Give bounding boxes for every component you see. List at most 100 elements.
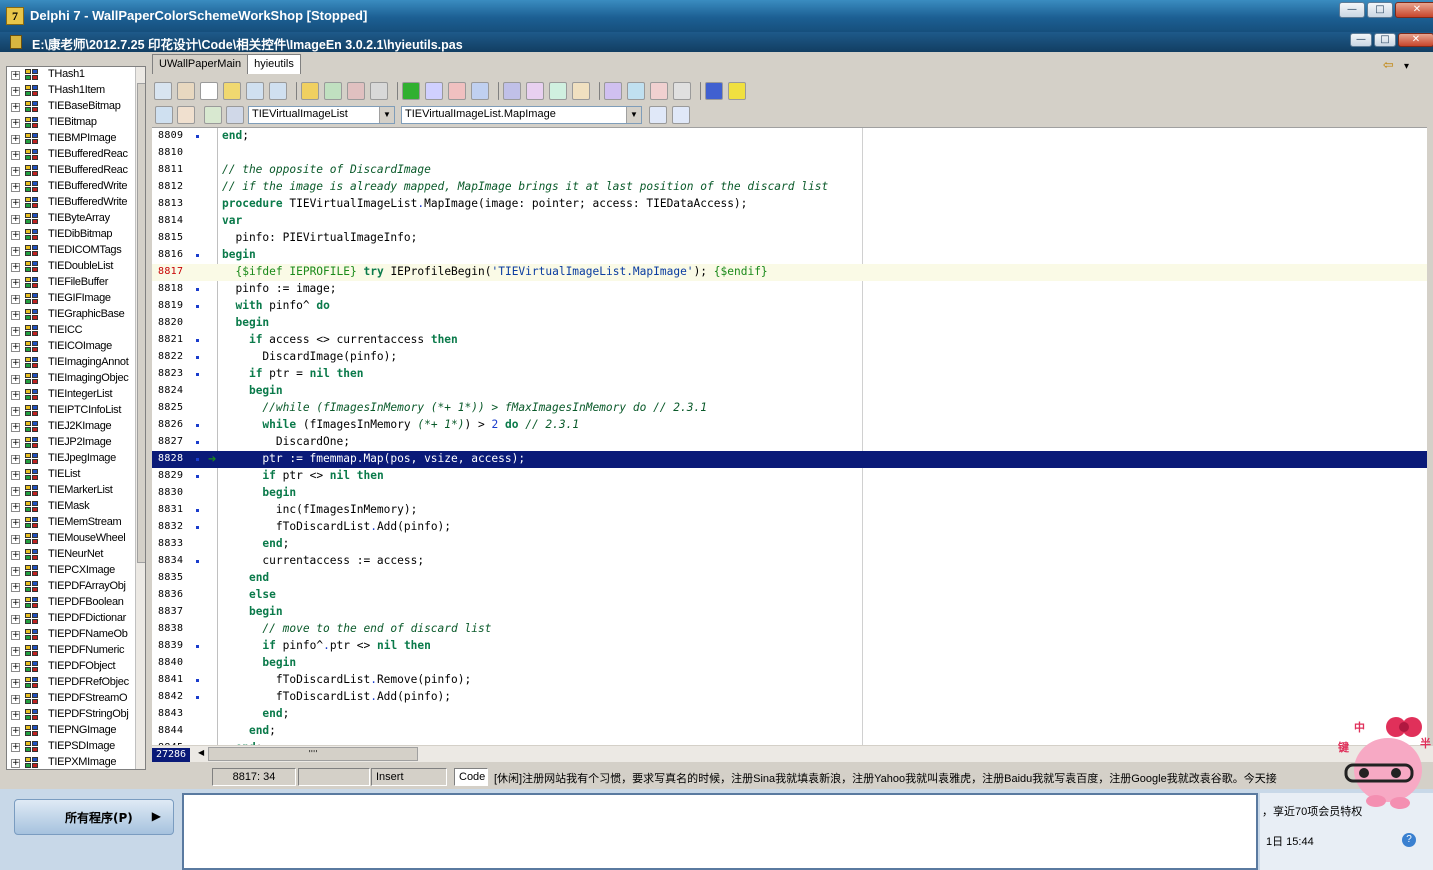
- maximize-button[interactable]: □: [1367, 2, 1393, 18]
- expand-icon[interactable]: +: [11, 359, 20, 368]
- expand-icon[interactable]: +: [11, 343, 20, 352]
- breakpoint-dot-icon[interactable]: [196, 135, 199, 138]
- tree-item[interactable]: + TIEImagingObjec: [7, 371, 135, 387]
- tree-item[interactable]: + TIEICOImage: [7, 339, 135, 355]
- tree-item[interactable]: + TIEPDFStreamO: [7, 691, 135, 707]
- save-all-icon[interactable]: [269, 82, 287, 100]
- expand-icon[interactable]: +: [11, 199, 20, 208]
- new-icon[interactable]: [200, 82, 218, 100]
- code-line[interactable]: 8820 begin: [152, 315, 1427, 332]
- tree-item[interactable]: + TIEDoubleList: [7, 259, 135, 275]
- tool-3-icon[interactable]: [650, 82, 668, 100]
- tree-item[interactable]: + TIEBufferedReac: [7, 163, 135, 179]
- align-center-icon[interactable]: [672, 106, 690, 124]
- tool-4-icon[interactable]: [673, 82, 691, 100]
- tree-item[interactable]: + TIEPCXImage: [7, 563, 135, 579]
- expand-icon[interactable]: +: [11, 103, 20, 112]
- minimize-button[interactable]: —: [1339, 2, 1365, 18]
- tree-item[interactable]: + THash1: [7, 67, 135, 83]
- breakpoint-dot-icon[interactable]: [196, 373, 199, 376]
- expand-icon[interactable]: +: [11, 551, 20, 560]
- tree-item[interactable]: + TIEPDFArrayObj: [7, 579, 135, 595]
- mdi-close-button[interactable]: ✕: [1398, 33, 1433, 47]
- breakpoint-dot-icon[interactable]: [196, 254, 199, 257]
- toggle-form-icon[interactable]: [154, 82, 172, 100]
- expand-icon[interactable]: +: [11, 711, 20, 720]
- mdi-minimize-button[interactable]: —: [1350, 33, 1372, 47]
- expand-icon[interactable]: +: [11, 759, 20, 768]
- code-line[interactable]: 8835 end: [152, 570, 1427, 587]
- mdi-maximize-button[interactable]: □: [1374, 33, 1396, 47]
- expand-icon[interactable]: +: [11, 663, 20, 672]
- pause-icon[interactable]: [425, 82, 443, 100]
- tree-item[interactable]: + TIEBufferedWrite: [7, 195, 135, 211]
- breakpoint-dot-icon[interactable]: [196, 458, 199, 461]
- back-arrow-icon[interactable]: ⇦: [1383, 58, 1394, 73]
- tree-item[interactable]: + TIEList: [7, 467, 135, 483]
- expand-icon[interactable]: +: [11, 471, 20, 480]
- watch-icon[interactable]: [526, 82, 544, 100]
- breakpoint-dot-icon[interactable]: [196, 339, 199, 342]
- code-line[interactable]: 8832 fToDiscardList.Add(pinfo);: [152, 519, 1427, 536]
- class-selector[interactable]: TIEVirtualImageList ▼: [248, 106, 395, 124]
- tool-1-icon[interactable]: [604, 82, 622, 100]
- tree-item[interactable]: + TIENeurNet: [7, 547, 135, 563]
- add-file-icon[interactable]: [324, 82, 342, 100]
- scroll-thumb[interactable]: [137, 83, 145, 563]
- tree-vertical-scrollbar[interactable]: [135, 67, 145, 769]
- evaluate-icon[interactable]: [549, 82, 567, 100]
- open-icon[interactable]: [223, 82, 241, 100]
- expand-icon[interactable]: +: [11, 87, 20, 96]
- tree-item[interactable]: + TIEPDFObject: [7, 659, 135, 675]
- method-selector[interactable]: TIEVirtualImageList.MapImage ▼: [401, 106, 642, 124]
- code-line[interactable]: 8842 fToDiscardList.Add(pinfo);: [152, 689, 1427, 706]
- expand-icon[interactable]: +: [11, 71, 20, 80]
- expand-icon[interactable]: +: [11, 455, 20, 464]
- expand-icon[interactable]: +: [11, 535, 20, 544]
- breakpoint-dot-icon[interactable]: [196, 526, 199, 529]
- breakpoint-dot-icon[interactable]: [196, 679, 199, 682]
- expand-icon[interactable]: +: [11, 695, 20, 704]
- expand-icon[interactable]: +: [11, 599, 20, 608]
- impl-jump-icon[interactable]: [226, 106, 244, 124]
- expand-icon[interactable]: +: [11, 743, 20, 752]
- breakpoint-icon[interactable]: [503, 82, 521, 100]
- tree-item[interactable]: + TIEBufferedWrite: [7, 179, 135, 195]
- expand-icon[interactable]: +: [11, 135, 20, 144]
- expand-icon[interactable]: +: [11, 327, 20, 336]
- expand-icon[interactable]: +: [11, 231, 20, 240]
- open-project-icon[interactable]: [301, 82, 319, 100]
- view-unit-icon[interactable]: [177, 82, 195, 100]
- expand-icon[interactable]: +: [11, 407, 20, 416]
- code-line[interactable]: 8811 // the opposite of DiscardImage: [152, 162, 1427, 179]
- breakpoint-dot-icon[interactable]: [196, 475, 199, 478]
- code-line[interactable]: 8833 end;: [152, 536, 1427, 553]
- expand-icon[interactable]: +: [11, 679, 20, 688]
- expand-icon[interactable]: +: [11, 215, 20, 224]
- tree-item[interactable]: + TIEMask: [7, 499, 135, 515]
- tree-item[interactable]: + TIEPSDImage: [7, 739, 135, 755]
- expand-icon[interactable]: +: [11, 311, 20, 320]
- align-left-icon[interactable]: [649, 106, 667, 124]
- expand-icon[interactable]: +: [11, 519, 20, 528]
- expand-icon[interactable]: +: [11, 631, 20, 640]
- code-line[interactable]: 8823 if ptr = nil then: [152, 366, 1427, 383]
- breakpoint-dot-icon[interactable]: [196, 441, 199, 444]
- expand-icon[interactable]: +: [11, 647, 20, 656]
- help-icon[interactable]: [705, 82, 723, 100]
- chevron-down-icon[interactable]: ▼: [626, 107, 641, 123]
- expand-icon[interactable]: +: [11, 295, 20, 304]
- tree-item[interactable]: + TIEPDFStringObj: [7, 707, 135, 723]
- breakpoint-dot-icon[interactable]: [196, 696, 199, 699]
- close-button[interactable]: ✕: [1395, 2, 1433, 18]
- tree-item[interactable]: + TIEPDFRefObjec: [7, 675, 135, 691]
- code-line[interactable]: 8829 if ptr <> nil then: [152, 468, 1427, 485]
- code-line[interactable]: 8838 // move to the end of discard list: [152, 621, 1427, 638]
- browse-navigation[interactable]: ⇦ ▾: [1383, 58, 1409, 73]
- tree-item[interactable]: + TIEBaseBitmap: [7, 99, 135, 115]
- tab-code[interactable]: Code: [454, 768, 488, 786]
- breakpoint-dot-icon[interactable]: [196, 288, 199, 291]
- breakpoint-dot-icon[interactable]: [196, 356, 199, 359]
- implementation-icon[interactable]: [177, 106, 195, 124]
- breakpoint-dot-icon[interactable]: [196, 305, 199, 308]
